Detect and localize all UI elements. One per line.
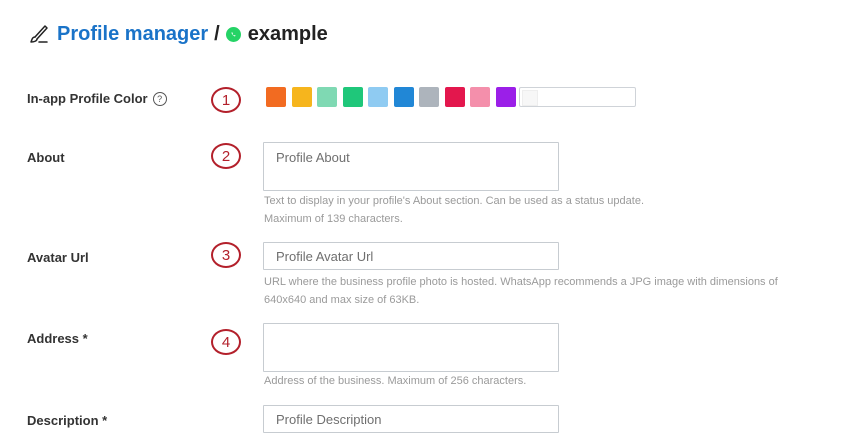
color-swatch-6[interactable] <box>393 87 414 107</box>
step-marker-4: 4 <box>211 329 241 355</box>
paintbrush-icon <box>28 23 50 45</box>
profile-manager-link[interactable]: Profile manager <box>57 23 208 46</box>
step-marker-3: 3 <box>211 242 241 268</box>
avatar-help-text: URL where the business profile photo is … <box>264 273 778 309</box>
about-help-line-2: Maximum of 139 characters. <box>264 213 403 225</box>
color-swatch-7[interactable] <box>419 87 439 107</box>
step-marker-2: 2 <box>211 143 241 169</box>
custom-color-chip <box>522 90 538 106</box>
color-swatch-8[interactable] <box>444 87 465 107</box>
description-field[interactable] <box>263 405 559 433</box>
about-field[interactable] <box>263 142 559 191</box>
color-swatch-10[interactable] <box>495 87 516 107</box>
profile-color-label-text: In-app Profile Color <box>27 91 148 106</box>
page-header: Profile manager / example <box>28 20 328 48</box>
address-help-line-1: Address of the business. Maximum of 256 … <box>264 375 527 387</box>
breadcrumb-separator: / <box>214 22 220 45</box>
color-swatch-picker <box>266 87 636 107</box>
address-field[interactable] <box>263 323 559 372</box>
avatar-help-line-1: URL where the business profile photo is … <box>264 276 778 288</box>
avatar-help-line-2: 640x640 and max size of 63KB. <box>264 294 420 306</box>
whatsapp-icon <box>225 26 241 42</box>
about-help-line-1: Text to display in your profile's About … <box>264 195 644 207</box>
address-help-text: Address of the business. Maximum of 256 … <box>264 372 526 390</box>
about-help-text: Text to display in your profile's About … <box>264 192 644 228</box>
color-swatch-5[interactable] <box>368 87 388 107</box>
color-swatch-3[interactable] <box>317 87 337 107</box>
color-swatch-1[interactable] <box>266 87 286 107</box>
color-swatch-9[interactable] <box>470 87 490 107</box>
step-marker-1: 1 <box>211 87 241 113</box>
custom-color-field[interactable] <box>519 87 636 107</box>
description-label: Description * <box>27 413 108 428</box>
about-label: About <box>27 150 65 165</box>
address-label: Address * <box>27 331 88 346</box>
page-name: example <box>247 22 328 45</box>
profile-color-label: In-app Profile Color? <box>27 91 167 107</box>
color-swatch-4[interactable] <box>342 87 363 107</box>
avatar-url-field[interactable] <box>263 242 559 270</box>
avatar-url-label: Avatar Url <box>27 250 89 265</box>
color-swatch-2[interactable] <box>291 87 312 107</box>
help-icon[interactable]: ? <box>152 92 167 106</box>
